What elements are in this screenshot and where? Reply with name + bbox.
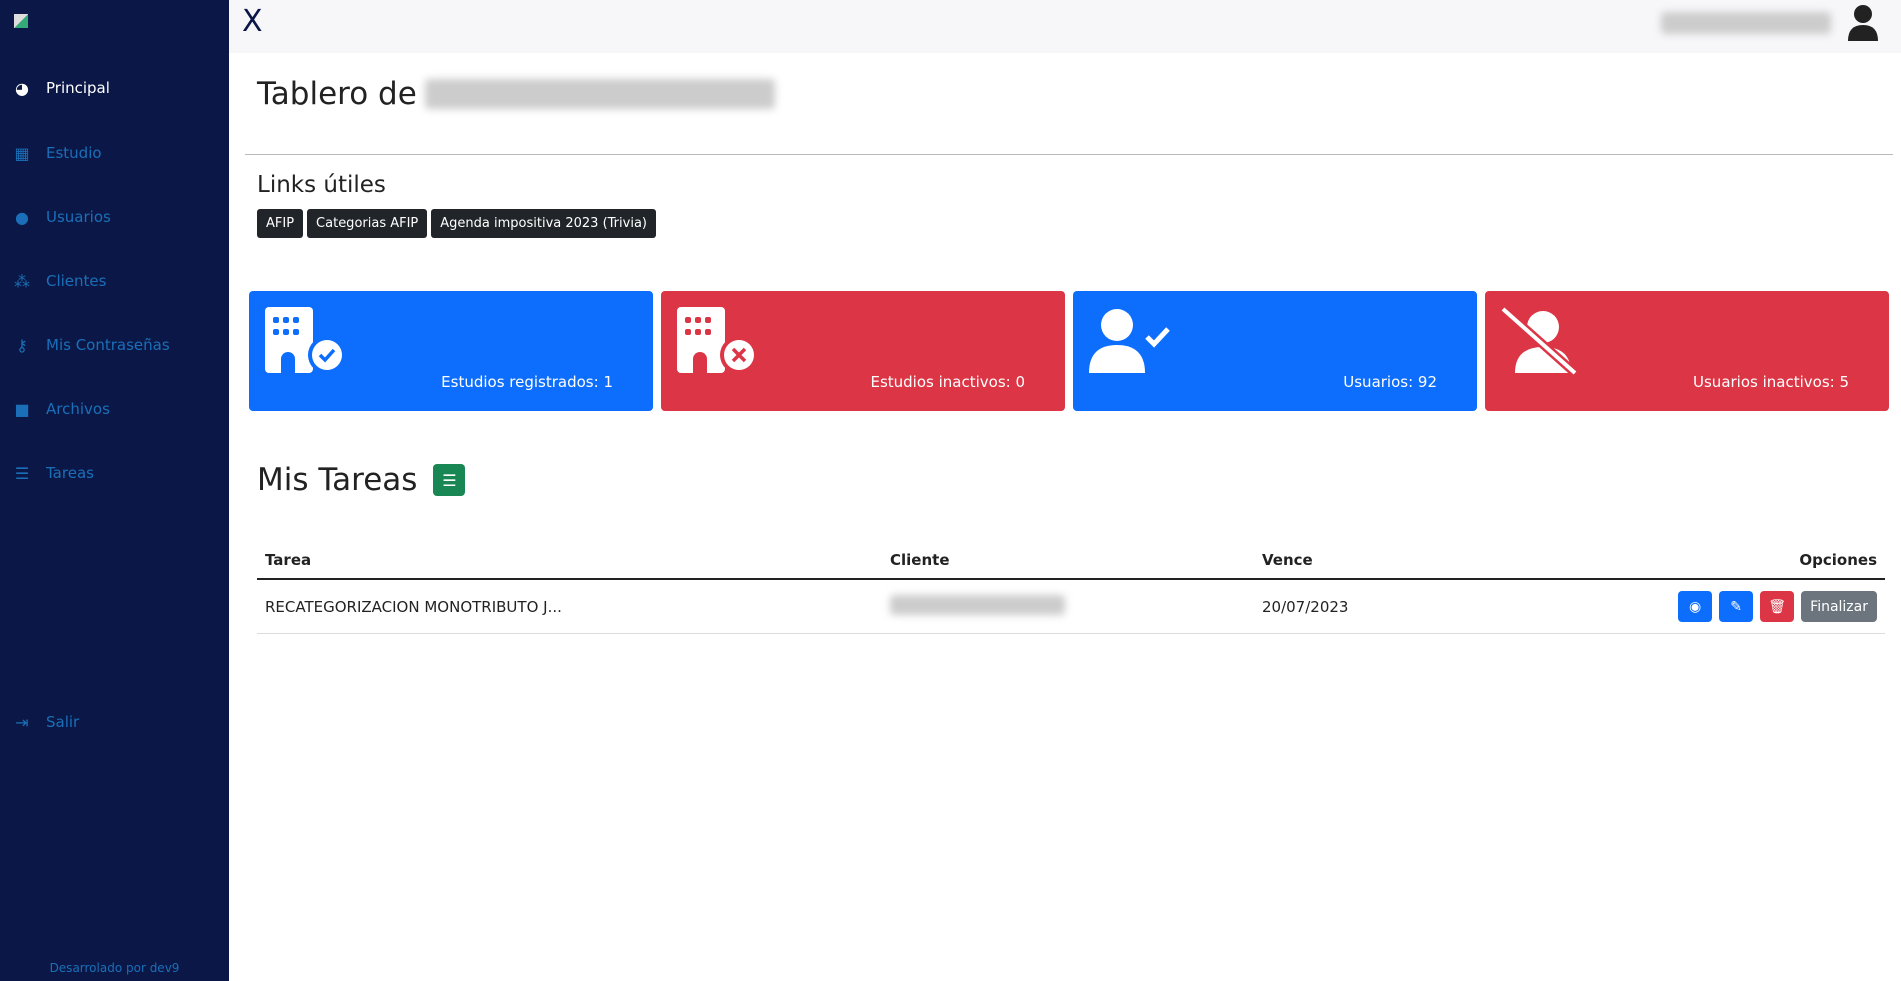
card-label: Estudios inactivos: 0 <box>870 373 1025 391</box>
trash-icon: 🗑 <box>1768 598 1787 615</box>
tasks-table: Tarea Cliente Vence Opciones RECATEGORIZ… <box>257 542 1885 634</box>
link-afip[interactable]: AFIP <box>257 209 304 238</box>
col-cliente: Cliente <box>882 542 1254 580</box>
sidebar-item-tareas[interactable]: ☰ Tareas <box>12 463 94 483</box>
label: Tareas <box>46 464 94 482</box>
list-check-icon: ☰ <box>14 463 30 483</box>
list-icon-button[interactable]: ☰ <box>433 464 466 496</box>
footer-credit[interactable]: Desarrolado por dev9 <box>0 961 229 975</box>
user-avatar-icon[interactable] <box>1847 4 1879 42</box>
users-icon: ⁂ <box>14 271 30 291</box>
card-label: Estudios registrados: 1 <box>441 373 613 391</box>
sidebar-item-usuarios[interactable]: ● Usuarios <box>12 207 111 227</box>
eye-icon: ◉ <box>1689 598 1702 615</box>
col-tarea: Tarea <box>257 542 882 580</box>
label: Principal <box>46 79 110 97</box>
card-estudios-inactivos: Estudios inactivos: 0 <box>661 291 1065 411</box>
page-title: Tablero de <box>257 76 775 112</box>
close-sidebar-button[interactable]: X <box>242 4 263 39</box>
edit-button[interactable]: ✎ <box>1719 591 1754 622</box>
finalize-button[interactable]: Finalizar <box>1801 591 1877 622</box>
col-opciones: Opciones <box>1457 542 1885 580</box>
building-check-icon <box>265 307 346 374</box>
cell-tarea: RECATEGORIZACION MONOTRIBUTO J... <box>257 579 882 634</box>
pencil-icon: ✎ <box>1730 598 1743 615</box>
view-button[interactable]: ◉ <box>1678 591 1713 622</box>
key-icon: ⚷ <box>16 335 28 355</box>
user-slash-icon <box>1501 307 1578 377</box>
sidebar: ◕ Principal ▦ Estudio ● Usuarios ⁂ Clientes … <box>0 0 229 981</box>
client-name-blurred <box>890 594 1065 615</box>
divider <box>245 154 1893 155</box>
delete-button[interactable]: 🗑 <box>1760 591 1795 622</box>
table-row: RECATEGORIZACION MONOTRIBUTO J... 20/07/… <box>257 579 1885 634</box>
tasks-section-title: Mis Tareas ☰ <box>257 462 466 498</box>
label: Archivos <box>46 400 110 418</box>
folder-icon: ■ <box>14 399 30 419</box>
table-header: Tarea Cliente Vence Opciones <box>257 542 1885 580</box>
card-label: Usuarios inactivos: 5 <box>1693 373 1849 391</box>
title-text: Tablero de <box>257 76 417 112</box>
label: Clientes <box>46 272 107 290</box>
top-bar <box>229 0 1901 53</box>
link-agenda-impositiva[interactable]: Agenda impositiva 2023 (Trivia) <box>431 209 656 238</box>
cell-opciones: ◉ ✎ 🗑 Finalizar <box>1457 579 1885 634</box>
user-icon: ● <box>15 207 29 227</box>
cell-vence: 20/07/2023 <box>1254 579 1458 634</box>
link-categorias-afip[interactable]: Categorias AFIP <box>307 209 428 238</box>
label: Estudio <box>46 144 102 162</box>
label: Usuarios <box>46 208 111 226</box>
useful-links: AFIP Categorias AFIP Agenda impositiva 2… <box>257 209 656 238</box>
sidebar-item-contrasenas[interactable]: ⚷ Mis Contraseñas <box>12 335 170 355</box>
label: Mis Contraseñas <box>46 336 170 354</box>
card-usuarios: Usuarios: 92 <box>1073 291 1477 411</box>
label: Salir <box>46 713 80 731</box>
building-icon: ▦ <box>14 143 30 163</box>
card-estudios-registrados: Estudios registrados: 1 <box>249 291 653 411</box>
sidebar-item-clientes[interactable]: ⁂ Clientes <box>12 271 106 291</box>
logo-image <box>14 14 28 28</box>
building-x-icon <box>677 307 758 374</box>
cell-cliente <box>882 579 1254 634</box>
links-title: Links útiles <box>257 172 386 198</box>
sidebar-item-archivos[interactable]: ■ Archivos <box>12 399 110 419</box>
user-check-icon <box>1089 309 1170 373</box>
user-name-blurred <box>1661 12 1831 34</box>
owner-name-blurred <box>424 79 775 109</box>
col-vence: Vence <box>1254 542 1458 580</box>
sign-out-icon: ⇥ <box>15 712 29 732</box>
tasks-title: Mis Tareas <box>257 462 418 498</box>
card-usuarios-inactivos: Usuarios inactivos: 5 <box>1485 291 1889 411</box>
sidebar-item-estudio[interactable]: ▦ Estudio <box>12 143 102 163</box>
dashboard-icon: ◕ <box>15 78 29 98</box>
logout-button[interactable]: ⇥ Salir <box>12 712 79 732</box>
sidebar-item-principal[interactable]: ◕ Principal <box>12 78 110 98</box>
card-label: Usuarios: 92 <box>1343 373 1437 391</box>
